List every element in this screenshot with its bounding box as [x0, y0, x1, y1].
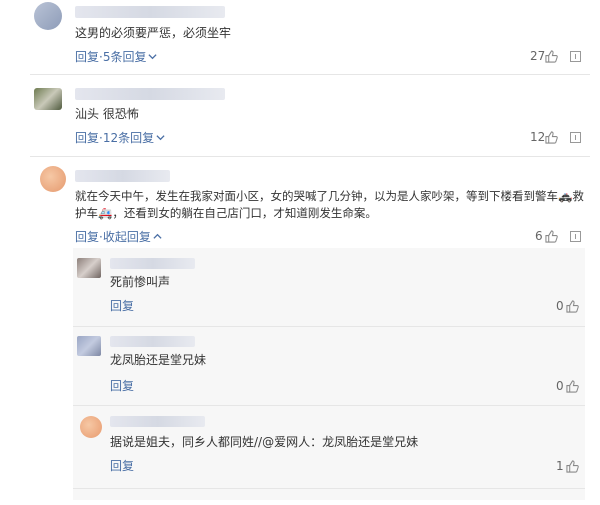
reply-text: 死前惨叫声: [110, 275, 171, 289]
reply-link[interactable]: 回复: [75, 230, 99, 244]
reply-link[interactable]: 回复: [110, 298, 134, 314]
report-flag-icon[interactable]: [570, 132, 581, 143]
reply-link[interactable]: 回复: [75, 131, 99, 145]
show-replies-link[interactable]: ·5条回复: [99, 50, 146, 64]
comment-text-line-1: 就在今天中午，发生在我家对面小区，女的哭喊了几分钟，以为是人家吵架，等到下楼看到…: [75, 189, 584, 203]
reply-text: 龙凤胎还是堂兄妹: [110, 353, 207, 367]
report-flag-icon[interactable]: [570, 51, 581, 62]
reply-text: 据说是姐夫，同乡人都同姓//@爱网人：龙凤胎还是堂兄妹: [110, 435, 419, 449]
avatar[interactable]: [77, 258, 101, 278]
thumb-up-icon[interactable]: [566, 300, 579, 313]
comment-actions: 回复·5条回复: [75, 49, 158, 65]
comment-text: 汕头 很恐怖: [75, 107, 139, 121]
like-count: 1: [556, 459, 564, 473]
divider: [73, 326, 585, 327]
avatar[interactable]: [34, 2, 62, 30]
reply-link[interactable]: 回复: [110, 378, 134, 394]
thumb-up-icon[interactable]: [545, 50, 558, 63]
username-blurred[interactable]: [110, 416, 205, 427]
divider: [30, 156, 590, 157]
thumb-up-icon[interactable]: [545, 230, 558, 243]
collapse-replies-link[interactable]: ·收起回复: [99, 230, 151, 244]
username-blurred[interactable]: [75, 88, 225, 100]
thumb-up-icon[interactable]: [566, 380, 579, 393]
like-count: 12: [530, 130, 546, 144]
username-blurred[interactable]: [110, 258, 195, 269]
comment-text-line-2: 护车🚑，还看到女的躺在自己店门口，才知道刚发生命案。: [75, 206, 377, 220]
comment-actions: 回复·收起回复: [75, 229, 162, 245]
like-count: 0: [556, 379, 564, 393]
chevron-down-icon[interactable]: [148, 52, 158, 61]
chevron-up-icon[interactable]: [153, 232, 162, 241]
reply-link[interactable]: 回复: [75, 50, 99, 64]
avatar[interactable]: [34, 88, 62, 110]
username-blurred[interactable]: [75, 6, 225, 18]
like-count: 27: [530, 49, 546, 63]
like-count: 0: [556, 299, 564, 313]
username-blurred[interactable]: [75, 170, 170, 182]
like-count: 6: [535, 229, 543, 243]
report-flag-icon[interactable]: [570, 231, 581, 242]
reply-link[interactable]: 回复: [110, 458, 134, 474]
comment-text: 这男的必须要严惩，必须坐牢: [75, 26, 232, 40]
username-blurred[interactable]: [110, 336, 195, 347]
chevron-down-icon[interactable]: [156, 133, 165, 142]
avatar[interactable]: [80, 416, 102, 438]
divider: [73, 488, 585, 489]
thumb-up-icon[interactable]: [566, 460, 579, 473]
show-replies-link[interactable]: ·12条回复: [99, 131, 154, 145]
avatar[interactable]: [40, 166, 66, 192]
avatar[interactable]: [77, 336, 101, 356]
thumb-up-icon[interactable]: [545, 131, 558, 144]
comment-actions: 回复·12条回复: [75, 130, 165, 146]
divider: [30, 74, 590, 75]
divider: [73, 405, 585, 406]
